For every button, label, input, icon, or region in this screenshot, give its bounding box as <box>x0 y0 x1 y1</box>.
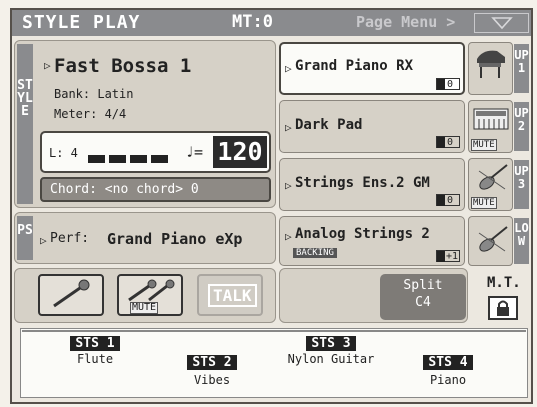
octave-indicator: +1 <box>436 250 460 262</box>
track-label-up2: UP2 <box>514 102 529 151</box>
chevron-down-icon <box>491 17 513 30</box>
mic-button[interactable] <box>38 274 104 316</box>
track-sound-name: Dark Pad <box>295 117 363 133</box>
track-sound-name: Strings Ens.2 GM <box>295 175 430 191</box>
octave-indicator: 0 <box>436 78 460 90</box>
track-sound-name: Grand Piano RX <box>295 58 414 74</box>
split-label: Split <box>403 278 443 293</box>
sts-divider <box>22 330 526 332</box>
play-triangle-icon: ▷ <box>285 230 292 243</box>
mute-badge: MUTE <box>471 139 497 151</box>
mute-label: MUTE <box>130 302 159 314</box>
play-triangle-icon: ▷ <box>44 59 51 72</box>
mt-label: M.T. <box>487 275 521 291</box>
octave-indicator: 0 <box>436 136 460 148</box>
sts-4-name: Piano <box>429 373 467 387</box>
sts-1-button[interactable]: STS 1 <box>70 336 120 351</box>
microphone-icon <box>53 279 90 308</box>
performance-name[interactable]: Grand Piano eXp <box>107 230 242 248</box>
microphone-mute-icon <box>128 279 175 302</box>
sts-2-name: Vibes <box>193 373 231 387</box>
octave-indicator: 0 <box>436 194 460 206</box>
sts-3-button[interactable]: STS 3 <box>306 336 356 351</box>
sts-2-button[interactable]: STS 2 <box>187 355 237 370</box>
track-label-up3: UP3 <box>514 160 529 209</box>
performance-side-label: PS <box>17 216 33 260</box>
performance-label: Perf: <box>50 231 90 246</box>
page-menu-dropdown[interactable] <box>474 13 529 33</box>
synth-keyboard-icon <box>473 108 509 130</box>
track-label-up1: UP1 <box>514 44 529 93</box>
sts-1-name: Flute <box>76 352 114 366</box>
sts-4-button[interactable]: STS 4 <box>423 355 473 370</box>
mute-badge: MUTE <box>471 197 497 209</box>
sts-3-name: Nylon Guitar <box>287 352 375 366</box>
page-title: STYLE PLAY <box>22 12 141 33</box>
backing-badge: BACKING <box>293 248 337 258</box>
master-transpose-readout: MT:0 <box>232 12 273 32</box>
mt-lock-button[interactable] <box>488 296 518 320</box>
track-icon-low[interactable] <box>468 216 513 266</box>
track-sound-name: Analog Strings 2 <box>295 226 430 242</box>
beat-indicator <box>88 148 168 163</box>
track-label-low: LOW <box>514 218 529 264</box>
chord-readout: Chord: <no chord> 0 <box>50 182 199 197</box>
talk-label: TALK <box>208 284 257 307</box>
lock-icon <box>497 300 509 316</box>
play-triangle-icon: ▷ <box>285 121 292 134</box>
track-icon-up1[interactable] <box>468 42 513 95</box>
style-side-label: STYLE <box>17 44 33 204</box>
violin-icon <box>478 226 508 252</box>
play-triangle-icon: ▷ <box>285 179 292 192</box>
play-triangle-icon: ▷ <box>285 62 292 75</box>
tempo-value[interactable]: 120 <box>213 136 267 168</box>
length-label: L: 4 <box>49 146 78 160</box>
style-meter: Meter: 4/4 <box>54 107 127 121</box>
split-note: C4 <box>415 295 431 310</box>
play-triangle-icon: ▷ <box>40 234 47 247</box>
page-menu-button[interactable]: Page Menu > <box>356 13 455 31</box>
tempo-symbol: ♩= <box>185 143 204 161</box>
style-bank: Bank: Latin <box>54 87 134 101</box>
violin-icon <box>478 164 508 190</box>
grand-piano-icon <box>477 50 505 78</box>
style-name[interactable]: Fast Bossa 1 <box>54 55 191 77</box>
